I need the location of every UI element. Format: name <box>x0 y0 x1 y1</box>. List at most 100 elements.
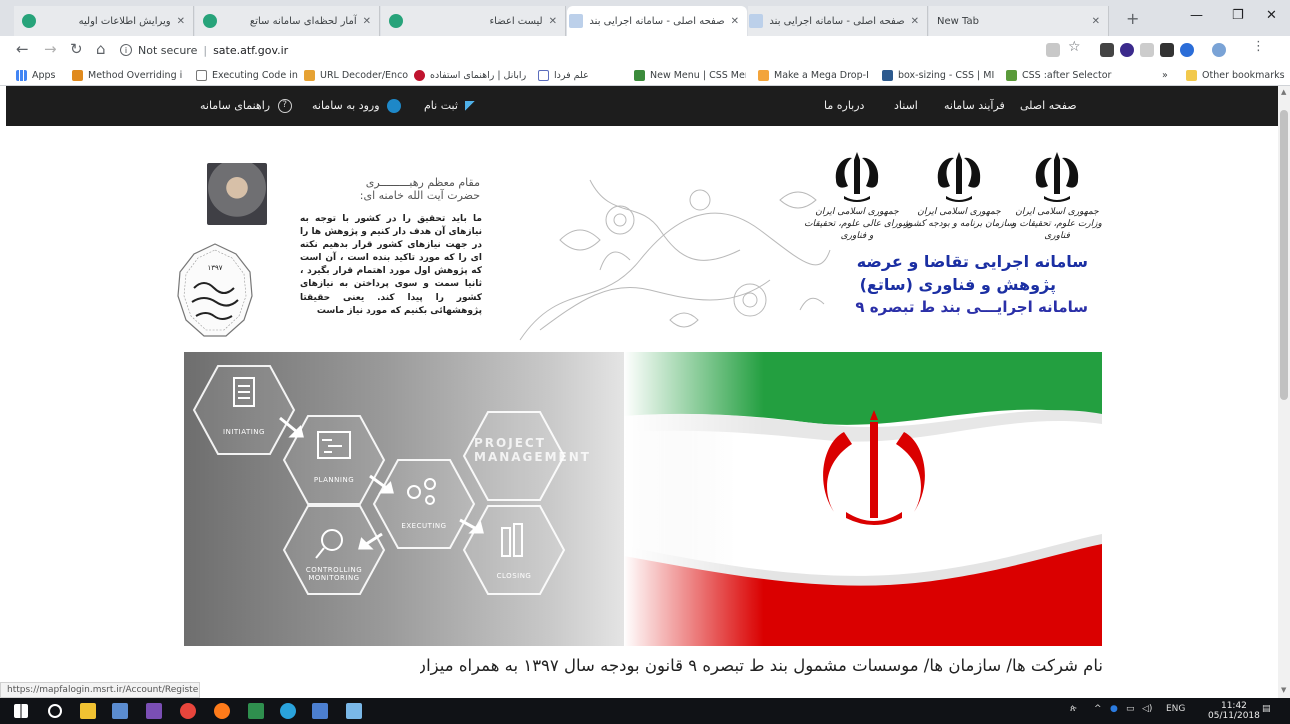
tab-title: صفحه اصلی - سامانه اجرایی بند <box>589 15 725 27</box>
tab-title: New Tab <box>937 15 979 27</box>
login-label: ورود به سامانه <box>312 99 380 112</box>
home-icon[interactable]: ⌂ <box>96 40 106 58</box>
profile-avatar-icon[interactable] <box>1212 43 1226 57</box>
bookmark-item[interactable]: URL Decoder/Encode <box>304 68 408 82</box>
year-slogan-badge: ۱۳۹۷ <box>177 243 253 337</box>
chrome-icon[interactable] <box>180 703 196 719</box>
file-explorer-icon[interactable] <box>80 703 96 719</box>
bookmark-label: Other bookmarks <box>1202 69 1285 81</box>
tray-app-icon[interactable]: ● <box>1110 704 1118 714</box>
telegram-icon[interactable] <box>280 703 296 719</box>
app-icon[interactable] <box>112 703 128 719</box>
emblem-caption: جمهوری اسلامی ایران سازمان برنامه و بودج… <box>904 207 1014 229</box>
browser-tab[interactable]: New Tab ✕ <box>929 6 1109 36</box>
people-icon[interactable]: ጵ <box>1070 704 1077 714</box>
browser-tab[interactable]: ✕ ویرایش اطلاعات اولیه <box>14 6 194 36</box>
badge-year: ۱۳۹۷ <box>207 264 222 272</box>
help-link[interactable]: ? راهنمای سامانه <box>200 99 292 113</box>
nav-system-process[interactable]: فرآیند سامانه <box>944 99 1005 112</box>
project-management-label: PROJECT MANAGEMENT <box>474 436 591 464</box>
browser-tab-active[interactable]: ✕ صفحه اصلی - سامانه اجرایی بند <box>567 6 747 36</box>
page-scrollbar[interactable]: ▲ ▼ <box>1278 86 1290 698</box>
menu-kebab-icon[interactable]: ⋮ <box>1252 39 1265 54</box>
eyedropper-icon[interactable] <box>1100 43 1114 57</box>
restore-icon[interactable]: ❐ <box>1232 8 1244 23</box>
bookmark-item[interactable]: New Menu | CSS Men <box>634 68 746 82</box>
close-icon[interactable]: ✕ <box>1092 16 1100 27</box>
system-clock[interactable]: 11:42 05/11/2018 <box>1208 701 1260 721</box>
close-window-icon[interactable]: ✕ <box>1266 8 1277 23</box>
close-icon[interactable]: ✕ <box>177 16 185 27</box>
arabesque-ornament <box>519 179 831 341</box>
bookmark-apps[interactable]: Apps <box>16 68 78 82</box>
translate-icon[interactable] <box>1046 43 1060 57</box>
browser-tab[interactable]: ✕ آمار لحظه‌ای سامانه ساتع <box>195 6 380 36</box>
back-icon[interactable]: ← <box>16 40 29 58</box>
emblem-caption: جمهوری اسلامی ایران شورای عالی علوم، تحق… <box>804 207 910 241</box>
notifications-icon[interactable]: ▤ <box>1262 704 1271 714</box>
leader-title-line1: مقام معظم رهبـــــــــری <box>365 176 480 189</box>
minimize-icon[interactable]: — <box>1190 8 1203 23</box>
bookmark-item[interactable]: Method Overriding i <box>72 68 184 82</box>
register-link[interactable]: ثبت نام <box>424 99 480 112</box>
cortana-search-icon[interactable] <box>48 704 62 718</box>
feather-icon <box>465 101 480 111</box>
app-icon[interactable] <box>312 703 328 719</box>
nav-documents[interactable]: اسناد <box>894 99 918 112</box>
close-icon[interactable]: ✕ <box>911 16 919 27</box>
bookmark-item[interactable]: علم فردا <box>538 68 614 82</box>
page-favicon-icon <box>569 14 584 28</box>
extension-icon[interactable] <box>1120 43 1134 57</box>
firefox-icon[interactable] <box>214 703 230 719</box>
bookmark-item[interactable]: رابانل | راهنمای استفاده <box>414 68 534 82</box>
bookmark-item[interactable]: Make a Mega Drop-D <box>758 68 868 82</box>
tab-title: صفحه اصلی - سامانه اجرایی بند <box>769 15 905 27</box>
close-icon[interactable]: ✕ <box>549 16 557 27</box>
excel-icon[interactable] <box>248 703 264 719</box>
site-favicon-icon <box>203 14 217 28</box>
address-bar[interactable]: i Not secure | sate.atf.gov.ir <box>120 39 1040 61</box>
tab-title: لیست اعضاء <box>489 15 543 27</box>
government-emblem-icon <box>835 152 879 202</box>
close-icon[interactable]: ✕ <box>363 16 371 27</box>
extension-icon[interactable] <box>1180 43 1194 57</box>
tray-chevron-icon[interactable]: ^ <box>1094 704 1102 714</box>
clock-time: 11:42 <box>1220 701 1247 711</box>
scroll-thumb[interactable] <box>1280 110 1288 400</box>
screenshot-icon[interactable] <box>1140 43 1154 57</box>
bookmark-item[interactable]: box-sizing - CSS | MI <box>882 68 994 82</box>
scroll-up-icon[interactable]: ▲ <box>1281 88 1286 96</box>
visual-studio-icon[interactable] <box>146 703 162 719</box>
bookmark-item[interactable]: CSS :after Selector <box>1006 68 1124 82</box>
reload-icon[interactable]: ↻ <box>70 40 83 58</box>
forward-icon[interactable]: → <box>44 40 57 58</box>
scroll-down-icon[interactable]: ▼ <box>1281 686 1286 694</box>
nav-home[interactable]: صفحه اصلی <box>1020 99 1077 112</box>
other-bookmarks[interactable]: Other bookmarks <box>1186 68 1286 82</box>
windows-start-icon[interactable] <box>14 704 28 718</box>
browser-tab[interactable]: ✕ لیست اعضاء <box>381 6 566 36</box>
bookmark-favicon-icon <box>72 69 83 81</box>
tab-title: ویرایش اطلاعات اولیه <box>78 15 171 27</box>
network-icon[interactable]: ▭ <box>1126 704 1135 714</box>
folder-icon <box>1186 69 1197 81</box>
document-icon <box>196 69 207 81</box>
hex-label-executing: EXECUTING <box>401 522 447 530</box>
new-tab-icon[interactable]: + <box>1126 9 1139 28</box>
browser-tab[interactable]: ✕ صفحه اصلی - سامانه اجرایی بند <box>748 6 928 36</box>
bookmarks-overflow-button[interactable]: » <box>1162 68 1178 82</box>
login-link[interactable]: ورود به سامانه <box>312 99 402 113</box>
register-label: ثبت نام <box>424 99 458 112</box>
nav-about[interactable]: درباره ما <box>824 99 864 112</box>
leader-title-line2: حضرت آیت الله خامنه ای: <box>359 189 480 202</box>
app-icon[interactable] <box>346 703 362 719</box>
hero-banner: INITIATING PLANNING EXECUTING CONTROLLIN… <box>184 352 1102 646</box>
volume-icon[interactable]: ◁) <box>1142 704 1152 714</box>
close-icon[interactable]: ✕ <box>731 16 739 27</box>
language-indicator[interactable]: ENG <box>1166 704 1185 714</box>
bookmark-item[interactable]: Executing Code in A <box>196 68 300 82</box>
bookmark-favicon-icon <box>1006 69 1017 81</box>
info-icon[interactable]: i <box>120 44 132 56</box>
extension-icon[interactable] <box>1160 43 1174 57</box>
star-icon[interactable]: ☆ <box>1068 39 1081 55</box>
